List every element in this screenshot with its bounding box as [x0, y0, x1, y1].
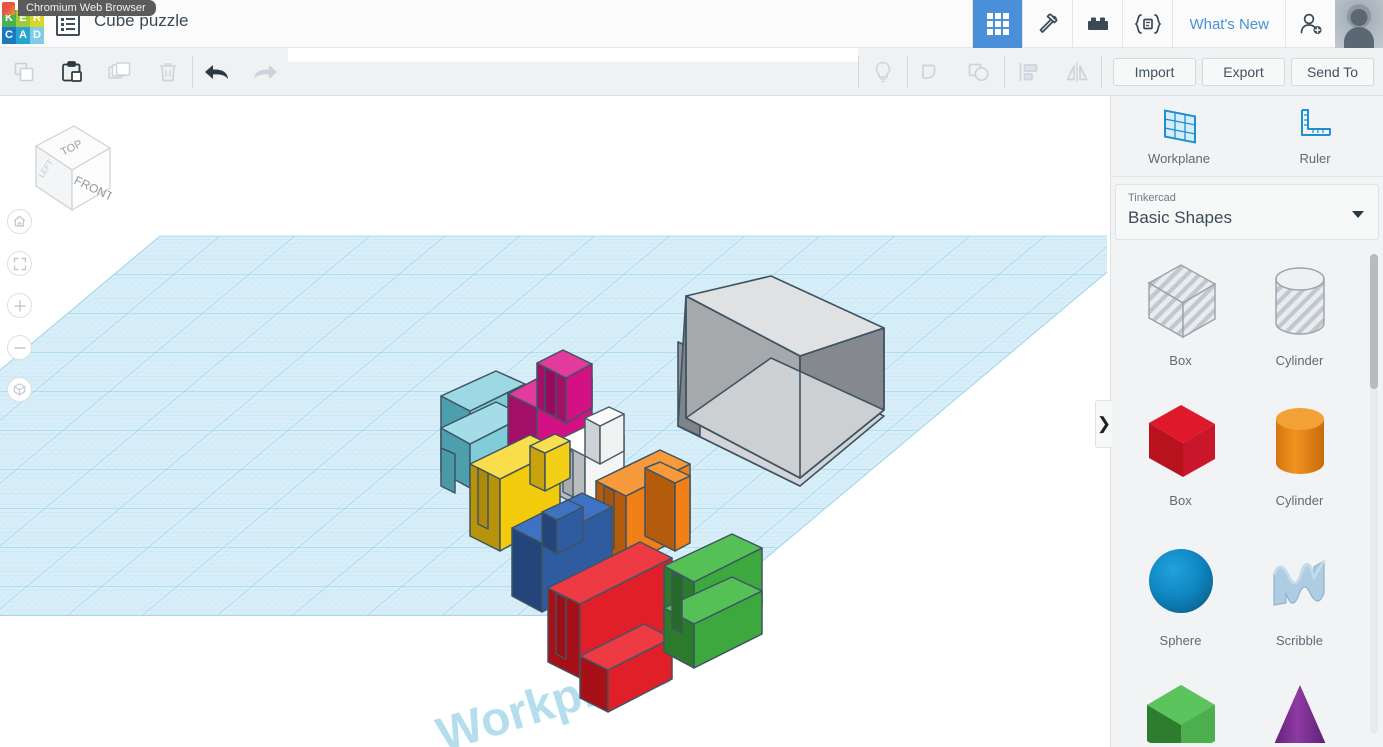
shape-item-cylinder-hole[interactable]: Cylinder: [1240, 251, 1359, 391]
duplicate-button[interactable]: [96, 48, 144, 95]
shape-item-cylinder-solid[interactable]: Cylinder: [1240, 391, 1359, 531]
trash-icon[interactable]: [144, 48, 192, 95]
cylinder-hole-icon: [1250, 251, 1350, 351]
blocks-icon[interactable]: [1072, 0, 1122, 48]
tinkercad-app: K E R C A D Cube puzzle Chromium Web Bro…: [0, 0, 1383, 747]
logo-tile-d: D: [30, 27, 44, 44]
person-add-icon[interactable]: [1285, 0, 1335, 48]
send-to-button[interactable]: Send To: [1291, 58, 1374, 86]
ruler-tool[interactable]: Ruler: [1247, 96, 1383, 176]
codeblocks-icon[interactable]: [1122, 0, 1172, 48]
ruler-icon: [1301, 108, 1331, 136]
window-tooltip: Chromium Web Browser: [18, 0, 156, 16]
library-value: Basic Shapes: [1128, 208, 1232, 227]
logo-tile-c: C: [2, 27, 16, 44]
workplane-grid-icon: [1164, 108, 1196, 144]
shapes-scrollbar[interactable]: [1370, 254, 1378, 734]
avatar[interactable]: [1335, 0, 1383, 48]
library-kicker: Tinkercad: [1128, 192, 1176, 204]
workplane-scene[interactable]: Workplane: [0, 96, 1107, 747]
shape-list: Box Cylinder Box Cylinder Sphere Scribbl…: [1115, 251, 1373, 743]
ungroup-shapes-icon[interactable]: [956, 48, 1004, 95]
ruler-tool-label: Ruler: [1299, 150, 1331, 166]
whats-new-link[interactable]: What's New: [1172, 0, 1285, 48]
fit-to-view-button[interactable]: [7, 251, 32, 276]
header-actions: What's New: [972, 0, 1383, 48]
undo-arrow-icon[interactable]: [193, 48, 241, 95]
scribble-icon: [1250, 531, 1350, 631]
box-solid-icon: [1131, 391, 1231, 491]
roof-solid-icon: [1131, 671, 1231, 743]
whats-new-label: What's New: [1189, 15, 1269, 33]
shape-library-select[interactable]: Tinkercad Basic Shapes: [1115, 184, 1379, 240]
shape-item-box-solid[interactable]: Box: [1121, 391, 1240, 531]
shape-item-roof[interactable]: Roof: [1121, 671, 1240, 743]
zoom-out-button[interactable]: [7, 335, 32, 360]
viewcube[interactable]: TOP FRONT LEFT: [16, 114, 116, 219]
scrollbar-thumb[interactable]: [1370, 254, 1378, 389]
shape-label: Box: [1169, 493, 1192, 508]
shape-label: Sphere: [1159, 633, 1202, 648]
shape-label: Box: [1169, 353, 1192, 368]
workplane-tool-label: Workplane: [1148, 150, 1210, 166]
box-hole-icon: [1131, 251, 1231, 351]
sphere-solid-icon: [1131, 531, 1231, 631]
paste-button[interactable]: [48, 48, 96, 95]
shape-item-sphere[interactable]: Sphere: [1121, 531, 1240, 671]
chevron-down-icon: [1352, 211, 1364, 218]
lightbulb-icon[interactable]: [859, 48, 907, 95]
canvas-tab-indicator: [288, 48, 858, 62]
shape-label: Scribble: [1276, 633, 1323, 648]
group-shapes-icon[interactable]: [908, 48, 956, 95]
shapes-panel: Workplane Ruler Tinkercad Basic Shapes B…: [1110, 96, 1383, 747]
logo-tile-a: A: [16, 27, 30, 44]
perspective-toggle-button[interactable]: [7, 377, 32, 402]
hammer-icon[interactable]: [1022, 0, 1072, 48]
mirror-flip-icon[interactable]: [1053, 48, 1101, 95]
workplane-tool[interactable]: Workplane: [1111, 96, 1247, 176]
align-icon[interactable]: [1005, 48, 1053, 95]
top-header-bar: K E R C A D Cube puzzle Chromium Web Bro…: [0, 0, 1383, 48]
panel-tools-row: Workplane Ruler: [1111, 96, 1383, 176]
shape-item-box-hole[interactable]: Box: [1121, 251, 1240, 391]
shape-label: Cylinder: [1275, 493, 1324, 508]
shape-item-cone[interactable]: Cone: [1240, 671, 1359, 743]
3d-viewport[interactable]: Workplane TOP FRONT LEFT: [0, 96, 1107, 747]
copy-button[interactable]: [0, 48, 48, 95]
cylinder-solid-icon: [1250, 391, 1350, 491]
export-button[interactable]: Export: [1202, 58, 1285, 86]
shape-label: Cylinder: [1275, 353, 1324, 368]
shape-item-scribble[interactable]: Scribble: [1240, 531, 1359, 671]
chromium-app-icon: [2, 2, 15, 15]
home-view-button[interactable]: [7, 209, 32, 234]
edit-toolbar: Import Export Send To: [0, 48, 1383, 96]
import-button[interactable]: Import: [1113, 58, 1196, 86]
redo-arrow-icon[interactable]: [241, 48, 289, 95]
panel-divider: [1111, 176, 1383, 177]
zoom-in-button[interactable]: [7, 293, 32, 318]
apps-grid-icon[interactable]: [972, 0, 1023, 48]
cone-solid-icon: [1250, 671, 1350, 743]
collapse-panel-button[interactable]: ❯: [1095, 400, 1112, 448]
